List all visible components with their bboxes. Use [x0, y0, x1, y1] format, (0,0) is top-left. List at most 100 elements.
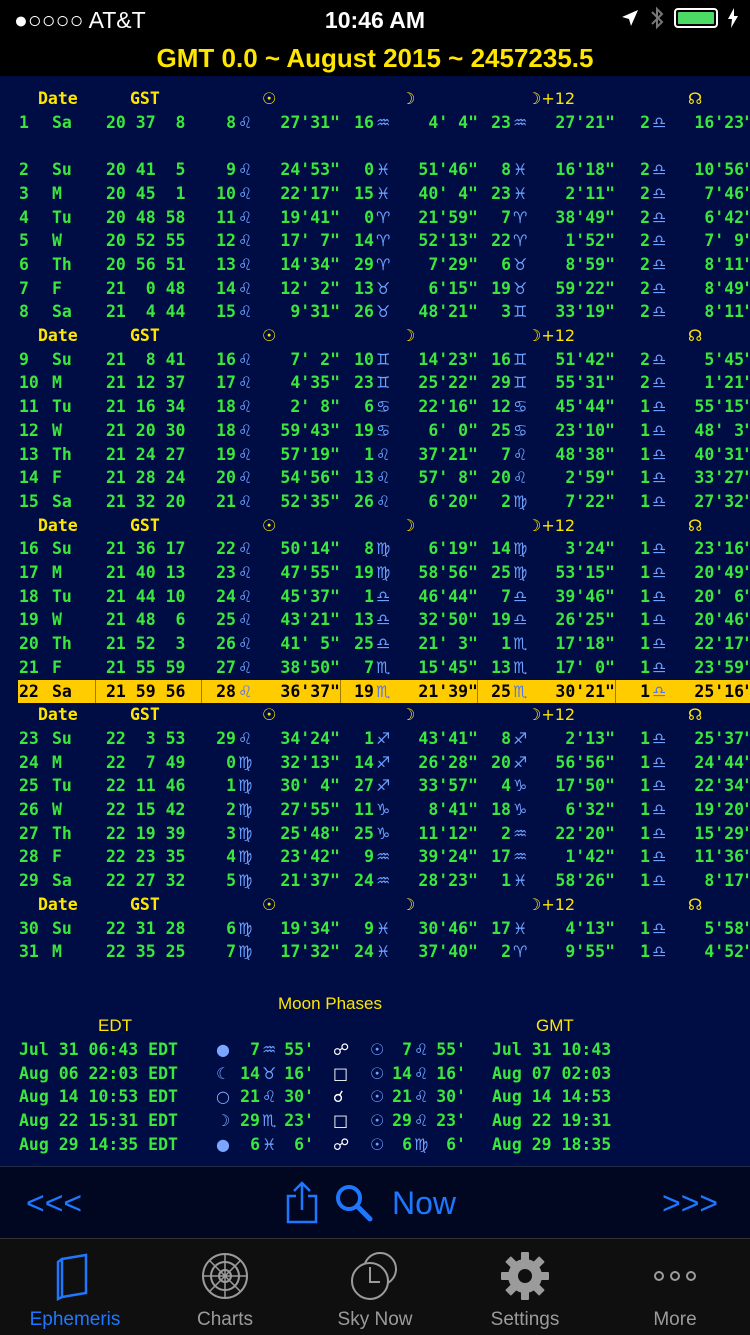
day-number: 17 — [19, 563, 39, 582]
moon12-degrees: 14 — [491, 539, 511, 559]
node-minutes: 22'17" — [694, 634, 750, 654]
moon-sign-icon: ♓ — [376, 918, 391, 938]
sun-degrees: 7 — [226, 942, 236, 962]
moon-degrees: 11 — [354, 800, 374, 819]
node-degrees: 2 — [640, 183, 650, 203]
table-row: 30 Su 22 31 28 6 ♍ 19'34" 9 ♓ 30'46" 17 ♓ 4'13" 1 ♎ 5'… — [0, 917, 750, 940]
ephemeris-table[interactable]: Date GST ☉ ☽ ☽+12 ☊ 1 Sa 20 37 8 8 ♌ 27'31" 16 ♒ 4' 4"… — [0, 76, 750, 1166]
sun-sign-icon: ♍ — [238, 847, 253, 867]
sun-sign-icon: ♌ — [238, 183, 253, 203]
sun-degrees: 24 — [216, 586, 236, 606]
sun-degrees: 11 — [216, 207, 236, 227]
charging-icon — [728, 8, 738, 28]
sun-sign-icon: ♌ — [238, 420, 253, 440]
nav-bar: <<< Now >>> — [0, 1166, 750, 1239]
moon12-sign-icon: ♈ — [513, 207, 528, 227]
table-row: 17 M 21 40 13 23 ♌ 47'55" 19 ♍ 58'56" 25 ♍ 53'15" 1 ♎… — [0, 561, 750, 584]
sun-degrees: 7 — [402, 1040, 412, 1059]
table-row: 9 Su 21 8 41 16 ♌ 7' 2" 10 ♊ 14'23" 16 ♊ 51'42" 2 ♎ 5'… — [0, 348, 750, 371]
sidereal-time: 20 52 55 — [106, 231, 186, 251]
sun-minutes: 30' 4" — [280, 776, 340, 796]
share-icon[interactable] — [284, 1180, 320, 1224]
node-degrees: 1 — [640, 847, 650, 867]
node-sign-icon: ♎ — [652, 491, 667, 511]
tab-more[interactable]: More — [600, 1239, 750, 1335]
moon12-sign-icon: ♉ — [513, 254, 528, 274]
sun-minutes: 17'32" — [280, 942, 340, 962]
moon12-sign-icon: ♐ — [513, 728, 528, 748]
weekday: Tu — [52, 207, 72, 227]
sun-degrees: 19 — [216, 444, 236, 464]
node-minutes: 48' 3" — [694, 420, 750, 440]
sun-degrees: 5 — [226, 871, 236, 891]
moon-minutes: 33'57" — [418, 776, 478, 796]
moon12-degrees: 7 — [501, 586, 511, 606]
search-icon[interactable] — [334, 1183, 374, 1223]
tab-sky-now[interactable]: Sky Now — [300, 1239, 450, 1335]
moon-degrees: 29 — [240, 1111, 260, 1131]
tab-charts[interactable]: Charts — [150, 1239, 300, 1335]
previous-month-button[interactable]: <<< — [26, 1185, 82, 1222]
sun-minutes: 36'37" — [280, 681, 340, 701]
sun-sign-icon: ♌ — [238, 207, 253, 227]
moon12-minutes: 27'21" — [555, 112, 615, 132]
moon-minutes: 22'16" — [418, 397, 478, 417]
sun-degrees: 20 — [216, 468, 236, 488]
weekday: Su — [52, 918, 72, 938]
moon12-degrees: 20 — [491, 468, 511, 488]
weekday: M — [52, 563, 62, 582]
now-button[interactable]: Now — [392, 1185, 456, 1222]
aspect-icon: ☍ — [333, 1040, 350, 1059]
weekday: Sa — [52, 302, 72, 322]
sun-degrees: 23 — [216, 563, 236, 582]
node-sign-icon: ♎ — [652, 254, 667, 274]
sidereal-time: 21 28 24 — [106, 468, 186, 488]
sun-minutes: 52'35" — [280, 491, 340, 511]
table-row: 13 Th 21 24 27 19 ♌ 57'19" 1 ♌ 37'21" 7 ♌ 48'38" 1 ♎ 4… — [0, 443, 750, 466]
sun-degrees: 9 — [226, 160, 236, 180]
gmt-datetime: Aug 14 14:53 — [492, 1087, 612, 1107]
sidereal-time: 20 45 1 — [106, 183, 186, 203]
gst-header: GST — [130, 326, 160, 345]
weekday: F — [52, 278, 62, 298]
moon12-sign-icon: ♋ — [513, 420, 528, 440]
day-number: 5 — [19, 231, 29, 251]
moon12-degrees: 18 — [491, 800, 511, 819]
node-degrees: 1 — [640, 776, 650, 796]
sidereal-time: 21 16 34 — [106, 397, 186, 417]
sun-minutes: 38'50" — [280, 657, 340, 677]
moon12-sign-icon: ♈ — [513, 231, 528, 251]
sun-minutes: 54'56" — [280, 468, 340, 488]
tab-label: Ephemeris — [29, 1309, 121, 1330]
node-sign-icon: ♎ — [652, 420, 667, 440]
moon12-degrees: 20 — [491, 752, 511, 772]
moon-degrees: 19 — [354, 563, 374, 582]
table-row: 19 W 21 48 6 25 ♌ 43'21" 13 ♎ 32'50" 19 ♎ 26'25" 1 ♎ 2… — [0, 608, 750, 631]
node-minutes: 10'56" — [694, 160, 750, 180]
sidereal-time: 21 0 48 — [106, 278, 186, 298]
node-sign-icon: ♎ — [652, 160, 667, 180]
moon-minutes: 4' 4" — [428, 112, 478, 132]
node-degrees: 2 — [640, 112, 650, 132]
moon12-minutes: 55'31" — [555, 373, 615, 393]
gmt-datetime: Aug 07 02:03 — [492, 1063, 612, 1083]
moon12-sign-icon: ♊ — [513, 373, 528, 393]
sun-sign-icon: ♍ — [414, 1134, 429, 1154]
table-row: 28 F 22 23 35 4 ♍ 23'42" 9 ♒ 39'24" 17 ♒ 1'42" 1 ♎ 11'… — [0, 845, 750, 868]
node-icon: ☊ — [688, 515, 703, 535]
edt-datetime: Jul 31 06:43 EDT — [19, 1040, 178, 1059]
table-row: 14 F 21 28 24 20 ♌ 54'56" 13 ♌ 57' 8" 20 ♌ 2'59" 1 ♎ 3… — [0, 466, 750, 489]
gst-header: GST — [130, 894, 160, 914]
weekday: Tu — [52, 586, 72, 606]
more-icon — [654, 1271, 696, 1281]
moon12-sign-icon: ♓ — [513, 871, 528, 891]
tab-ephemeris[interactable]: Ephemeris — [0, 1239, 150, 1335]
node-sign-icon: ♎ — [652, 610, 667, 630]
book-icon — [56, 1253, 88, 1301]
next-month-button[interactable]: >>> — [662, 1185, 718, 1222]
day-number: 20 — [19, 634, 39, 654]
sidereal-time: 22 19 39 — [106, 823, 186, 843]
moon12-degrees: 22 — [491, 231, 511, 251]
tab-settings[interactable]: Settings — [450, 1239, 600, 1335]
moon12-degrees: 17 — [491, 918, 511, 938]
